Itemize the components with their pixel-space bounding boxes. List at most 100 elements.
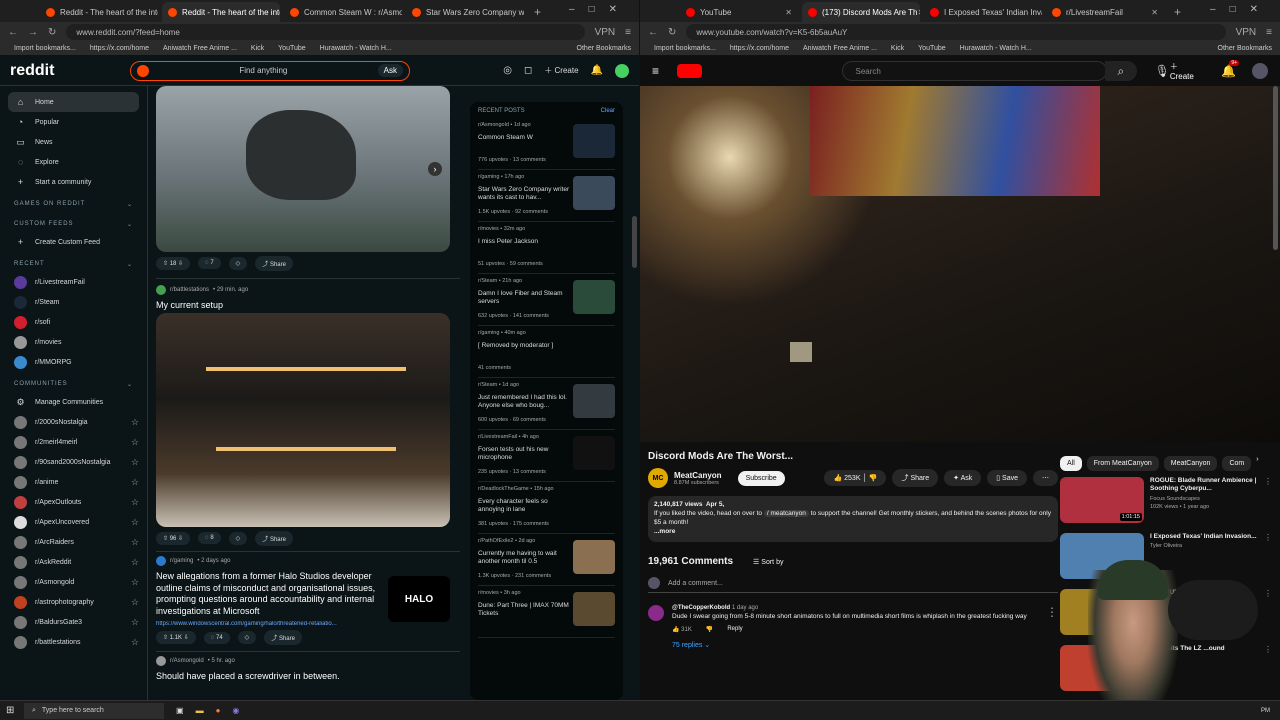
games-header[interactable]: GAMES ON REDDIT ⌄ — [8, 192, 139, 212]
star-icon[interactable]: ☆ — [131, 597, 139, 608]
chip[interactable]: All — [1060, 456, 1082, 471]
chip[interactable]: MeatCanyon — [1163, 456, 1218, 471]
sidebar-item-popular[interactable]: ◔ Popular — [8, 112, 139, 132]
commenter-avatar[interactable] — [648, 605, 664, 621]
replies-toggle[interactable]: 75 replies ⌄ — [672, 641, 1038, 649]
recent-post[interactable]: r/LivestreamFail • 4h ago Forsen tests ou… — [478, 430, 615, 482]
share-button[interactable]: ⤴ Share — [255, 530, 293, 546]
create-button[interactable]: ＋ Create — [544, 65, 578, 76]
community-item[interactable]: r/AskReddit ☆ — [8, 552, 139, 572]
star-icon[interactable]: ☆ — [131, 617, 139, 628]
browser-icon[interactable]: ● — [216, 706, 221, 715]
community-item[interactable]: r/Asmongold ☆ — [8, 572, 139, 592]
save-button[interactable]: ▯ Save — [987, 470, 1027, 486]
star-icon[interactable]: ☆ — [131, 637, 139, 648]
subscribe-button[interactable]: Subscribe — [737, 470, 785, 486]
browser-tab-active[interactable]: Reddit - The heart of the interne✕ — [162, 2, 280, 22]
star-icon[interactable]: ☆ — [131, 457, 139, 468]
close-icon[interactable]: ✕ — [785, 8, 792, 17]
scrollbar[interactable] — [632, 216, 637, 268]
url-field[interactable]: www.youtube.com/watch?v=K5-6b5auAuY — [686, 24, 1226, 40]
commenter-name[interactable]: @TheCopperKobold — [672, 605, 730, 611]
recent-item[interactable]: r/MMORPG — [8, 352, 139, 372]
avatar[interactable] — [1252, 63, 1268, 79]
video-player[interactable] — [640, 86, 1280, 442]
community-item[interactable]: r/anime ☆ — [8, 472, 139, 492]
community-item[interactable]: r/ApexUncovered ☆ — [8, 512, 139, 532]
comments-button[interactable]: ◌ 7 — [198, 257, 221, 269]
new-tab-button[interactable]: + — [528, 2, 547, 22]
recent-header[interactable]: RECENT ⌄ — [8, 252, 139, 272]
community-item[interactable]: r/ArcRaiders ☆ — [8, 532, 139, 552]
microphone-icon[interactable]: 🎙 — [1155, 64, 1170, 78]
star-icon[interactable]: ☆ — [131, 497, 139, 508]
taskbar-search[interactable]: ⌕ Type here to search — [24, 702, 164, 719]
description-box[interactable]: 2,140,817 views Apr 5, If you liked the … — [648, 496, 1058, 542]
bookmark[interactable]: https://x.com/home — [90, 45, 149, 52]
sort-button[interactable]: ☰ Sort by — [753, 558, 783, 566]
recent-post[interactable]: r/gaming • 40m ago [ Removed by moderator… — [478, 326, 615, 378]
browser-tab[interactable]: Common Steam W : r/Asmongo✕ — [284, 2, 402, 22]
recent-post[interactable]: r/gaming • 17h ago Star Wars Zero Company… — [478, 170, 615, 222]
bookmark[interactable]: Aniwatch Free Anime ... — [163, 45, 237, 52]
reddit-logo[interactable]: reddit — [10, 62, 130, 80]
community-item[interactable]: r/2meirl4meirl ☆ — [8, 432, 139, 452]
comment-like-button[interactable]: 👍 31K — [672, 626, 692, 633]
chip[interactable]: Com — [1222, 456, 1252, 471]
youtube-logo[interactable] — [677, 64, 703, 78]
bookmark[interactable]: Import bookmarks... — [14, 45, 76, 52]
award-button[interactable]: ◇ — [228, 256, 248, 270]
like-button[interactable]: 👍 253K │ 👎 — [824, 470, 887, 486]
bookmark[interactable]: Kick — [891, 45, 904, 52]
scrollbar[interactable] — [1273, 86, 1278, 250]
post-link[interactable]: https://www.windowscentral.com/gaming/ha… — [156, 621, 382, 627]
bookmark[interactable]: https://x.com/home — [730, 45, 789, 52]
recent-post[interactable]: r/Asmongold • 1d ago Common Steam W 776 up… — [478, 118, 615, 170]
browser-tab[interactable]: I Exposed Texas' Indian Invasio✕ — [924, 2, 1042, 22]
vote-pill[interactable]: ⇧ 96 ⇩ — [156, 531, 191, 545]
comment-menu-icon[interactable]: ⋮ — [1046, 605, 1058, 649]
bookmark-other[interactable]: Other Bookmarks — [1218, 45, 1272, 52]
ask-button[interactable]: ✦ Ask — [944, 470, 982, 486]
channel-avatar[interactable]: MC — [648, 468, 668, 488]
star-icon[interactable]: ☆ — [131, 557, 139, 568]
recommended-video[interactable]: 1:01:15 ROGUE: Blade Runner Ambience | So… — [1060, 477, 1272, 527]
next-image-icon[interactable]: › — [428, 162, 442, 176]
notification-icon[interactable]: 🔔 9+ — [1221, 60, 1240, 78]
notification-icon[interactable]: 🔔 — [591, 65, 603, 76]
chevron-right-icon[interactable]: › — [1256, 456, 1258, 471]
bookmark[interactable]: Aniwatch Free Anime ... — [803, 45, 877, 52]
channel-name[interactable]: MeatCanyon — [674, 471, 722, 480]
post-title[interactable]: My current setup — [156, 300, 460, 310]
chat-icon[interactable]: ◻ — [524, 65, 532, 76]
back-icon[interactable]: ← — [8, 27, 18, 38]
close-icon[interactable]: ✕ — [917, 8, 920, 17]
browser-tab-active[interactable]: (173) Discord Mods Are Th✕ — [802, 2, 920, 22]
recent-item[interactable]: r/LivestreamFail — [8, 272, 139, 292]
recent-post[interactable]: r/Steam • 1d ago Just remembered I had th… — [478, 378, 615, 430]
browser-tab[interactable]: Reddit - The heart of the interne✕ — [40, 2, 158, 22]
clear-button[interactable]: Clear — [601, 108, 615, 114]
award-button[interactable]: ◇ — [237, 631, 257, 645]
advertise-icon[interactable]: ◎ — [503, 65, 512, 76]
recent-item[interactable]: r/sofi — [8, 312, 139, 332]
menu-icon[interactable]: ≡ — [625, 27, 631, 38]
sidebar-item-news[interactable]: ▭ News — [8, 132, 139, 152]
youtube-search-input[interactable]: Search — [842, 61, 1108, 81]
description-link[interactable]: / meatcanyon — [763, 510, 809, 518]
share-button[interactable]: ⤴ Share — [264, 630, 302, 646]
post-image-desk-setup[interactable] — [156, 313, 450, 527]
vpn-badge[interactable]: VPN — [1236, 27, 1257, 38]
share-button[interactable]: ⤴ Share — [255, 255, 293, 271]
manage-communities[interactable]: ⚙ Manage Communities — [8, 392, 139, 412]
discord-icon[interactable]: ◉ — [232, 706, 239, 715]
close-icon[interactable]: ✕ — [1151, 8, 1158, 17]
vote-pill[interactable]: ⇧ 1.1K ⇩ — [156, 631, 196, 645]
community-item[interactable]: r/astrophotography ☆ — [8, 592, 139, 612]
star-icon[interactable]: ☆ — [131, 437, 139, 448]
post-image-monster[interactable]: › — [156, 86, 450, 252]
bookmark[interactable]: Import bookmarks... — [654, 45, 716, 52]
forward-icon[interactable]: → — [28, 27, 38, 38]
community-item[interactable]: r/90sand2000sNostalgia ☆ — [8, 452, 139, 472]
vpn-badge[interactable]: VPN — [595, 27, 616, 38]
